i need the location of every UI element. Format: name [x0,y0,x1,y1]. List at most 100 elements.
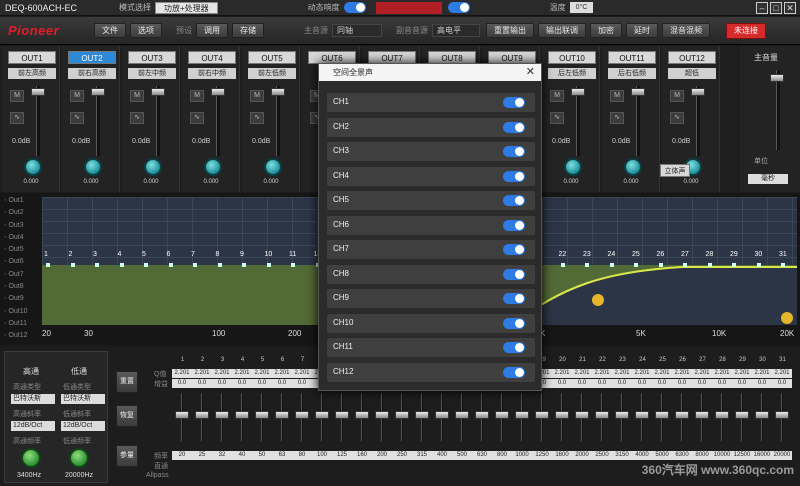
channel-toggle[interactable] [503,219,525,231]
phase-button[interactable]: ∿ [190,112,204,124]
eq-output-item[interactable]: Out4 [4,234,40,246]
channel-route-select[interactable]: 后左低频 [548,68,596,79]
band-freq-input[interactable]: 63 [272,451,292,460]
band-gain-input[interactable]: 0.0 [172,379,192,388]
eq-output-item[interactable]: Out7 [4,271,40,283]
band-gain-input[interactable]: 0.0 [652,379,672,388]
band-gain-input[interactable]: 0.0 [552,379,572,388]
hp-slope-select[interactable]: 12dB/Oct [11,421,55,431]
loudness-toggle[interactable] [343,2,366,13]
eq-point[interactable] [119,263,124,267]
band-q-input[interactable]: 2.201 [172,369,192,378]
band-freq-input[interactable]: 2500 [592,451,612,460]
encrypt-button[interactable]: 加密 [590,23,622,38]
band-slider-handle[interactable] [215,411,229,419]
status-toggle[interactable] [447,2,470,13]
eq-point[interactable] [560,263,565,267]
band-slider-handle[interactable] [435,411,449,419]
eq-point[interactable] [609,263,614,267]
band-slider-handle[interactable] [535,411,549,419]
channel-toggle[interactable] [503,97,525,108]
band-freq-input[interactable]: 2000 [572,451,592,460]
band-freq-input[interactable]: 20000 [772,451,792,460]
band-q-input[interactable]: 2.201 [572,369,592,378]
channel-toggle[interactable] [503,293,525,304]
fader-handle[interactable] [91,88,105,96]
eq-point[interactable] [585,263,589,267]
eq-point[interactable] [781,263,785,267]
band-freq-input[interactable]: 315 [412,451,432,460]
band-q-input[interactable]: 2.201 [252,369,272,378]
channel-route-select[interactable]: 前右高频 [68,68,116,79]
eq-point[interactable] [217,263,222,267]
band-freq-input[interactable]: 20 [172,451,192,460]
band-slider-handle[interactable] [635,411,649,419]
delay-knob[interactable] [24,158,42,176]
options-button[interactable]: 选项 [130,23,162,38]
channel-toggle[interactable] [503,244,525,255]
band-q-input[interactable]: 2.201 [652,369,672,378]
band-freq-input[interactable]: 500 [452,451,472,460]
eq-output-item[interactable]: Out6 [4,258,40,270]
maximize-button[interactable]: □ [770,1,782,14]
band-slider-handle[interactable] [695,411,709,419]
fader-handle[interactable] [211,88,225,96]
band-slider-handle[interactable] [755,411,769,419]
band-q-input[interactable]: 2.201 [752,369,772,378]
band-freq-input[interactable]: 250 [392,451,412,460]
channel-route-select[interactable]: 前左低频 [248,68,296,79]
band-freq-input[interactable]: 125 [332,451,352,460]
band-freq-input[interactable]: 1000 [512,451,532,460]
delay-knob[interactable] [564,158,582,176]
fader-handle[interactable] [691,88,705,96]
delay-knob[interactable] [84,158,102,176]
band-freq-input[interactable]: 16000 [752,451,772,460]
close-button[interactable]: ✕ [784,1,796,14]
delay-knob[interactable] [204,158,222,176]
phase-button[interactable]: ∿ [250,112,264,124]
band-gain-input[interactable]: 0.0 [572,379,592,388]
band-slider-handle[interactable] [575,411,589,419]
delay-knob[interactable] [264,158,282,176]
delay-knob[interactable] [144,158,162,176]
delay-knob[interactable] [624,158,642,176]
band-slider-handle[interactable] [315,411,329,419]
band-gain-input[interactable]: 0.0 [612,379,632,388]
aux-source-select[interactable]: 高电平 [432,24,480,37]
band-slider-handle[interactable] [775,411,789,419]
delay-button[interactable]: 延时 [626,23,658,38]
band-q-input[interactable]: 2.201 [212,369,232,378]
eq-point[interactable] [707,263,712,267]
band-gain-input[interactable]: 0.0 [772,379,792,388]
band-freq-input[interactable]: 1250 [532,451,552,460]
band-gain-input[interactable]: 0.0 [292,379,312,388]
band-freq-input[interactable]: 100 [312,451,332,460]
eq-output-item[interactable]: Out11 [4,320,40,332]
mute-button[interactable]: M [670,90,684,102]
band-freq-input[interactable]: 25 [192,451,212,460]
band-gain-input[interactable]: 0.0 [592,379,612,388]
connect-button[interactable]: 未连接 [726,22,766,39]
channel-name[interactable]: OUT2 [68,51,116,64]
band-q-input[interactable]: 2.201 [192,369,212,378]
fader-handle[interactable] [151,88,165,96]
channel-toggle[interactable] [503,146,525,157]
fader-handle[interactable] [271,88,285,96]
band-q-input[interactable]: 2.201 [552,369,572,378]
band-slider-handle[interactable] [255,411,269,419]
band-slider-handle[interactable] [395,411,409,419]
band-q-input[interactable]: 2.201 [692,369,712,378]
channel-toggle[interactable] [503,170,525,182]
band-slider-handle[interactable] [735,411,749,419]
eq-point[interactable] [144,263,148,267]
eq-output-item[interactable]: Out5 [4,246,40,258]
eq-output-item[interactable]: Out2 [4,209,40,221]
band-slider-handle[interactable] [175,411,189,419]
main-source-select[interactable]: 同轴 [332,24,382,37]
band-slider-handle[interactable] [655,411,669,419]
band-q-input[interactable]: 2.201 [632,369,652,378]
eq-point[interactable] [70,263,75,267]
band-gain-input[interactable]: 0.0 [752,379,772,388]
fader-handle[interactable] [631,88,645,96]
phase-button[interactable]: ∿ [550,112,564,124]
